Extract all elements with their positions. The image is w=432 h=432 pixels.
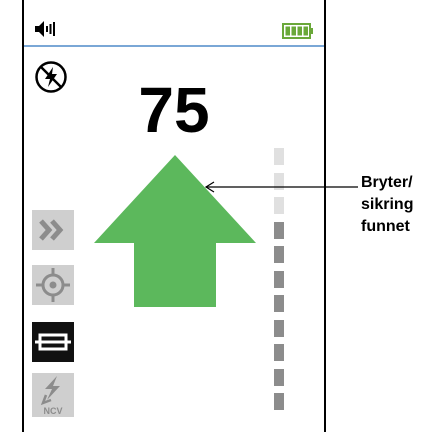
- ncv-icon: NCV: [40, 376, 63, 416]
- meter-segment: [274, 368, 284, 386]
- meter-segment: [274, 295, 284, 312]
- mode-button-fuse[interactable]: [32, 322, 74, 362]
- callout-line-1: Bryter/: [361, 174, 413, 191]
- status-bar-divider: [24, 45, 324, 47]
- callout-line-2: sikring: [361, 196, 414, 213]
- signal-reading: 75: [138, 74, 210, 146]
- fuse-icon: [35, 333, 71, 351]
- meter-segment: [274, 270, 284, 288]
- detector-screen: 75 NCV: [22, 0, 326, 432]
- callout-arrow: [204, 181, 358, 193]
- ncv-label: NCV: [43, 406, 62, 416]
- speaker-volume-icon[interactable]: [34, 20, 58, 43]
- meter-segment: [274, 221, 284, 239]
- mode-button-target[interactable]: [32, 265, 74, 305]
- meter-segment: [274, 344, 284, 361]
- double-chevron-right-icon: [39, 219, 64, 241]
- mode-button-forward[interactable]: [32, 210, 74, 250]
- callout-label: Bryter/ sikring funnet: [361, 172, 413, 238]
- meter-segment: [274, 197, 284, 214]
- battery-full-icon: [282, 23, 314, 44]
- mode-button-ncv[interactable]: NCV: [32, 373, 74, 417]
- meter-segment: [274, 393, 284, 410]
- callout-line-3: funnet: [361, 218, 410, 235]
- meter-segment: [274, 148, 284, 165]
- meter-segment: [274, 246, 284, 263]
- arrow-up-icon: [94, 155, 256, 312]
- meter-segment: [274, 319, 284, 337]
- crosshair-icon: [36, 268, 70, 302]
